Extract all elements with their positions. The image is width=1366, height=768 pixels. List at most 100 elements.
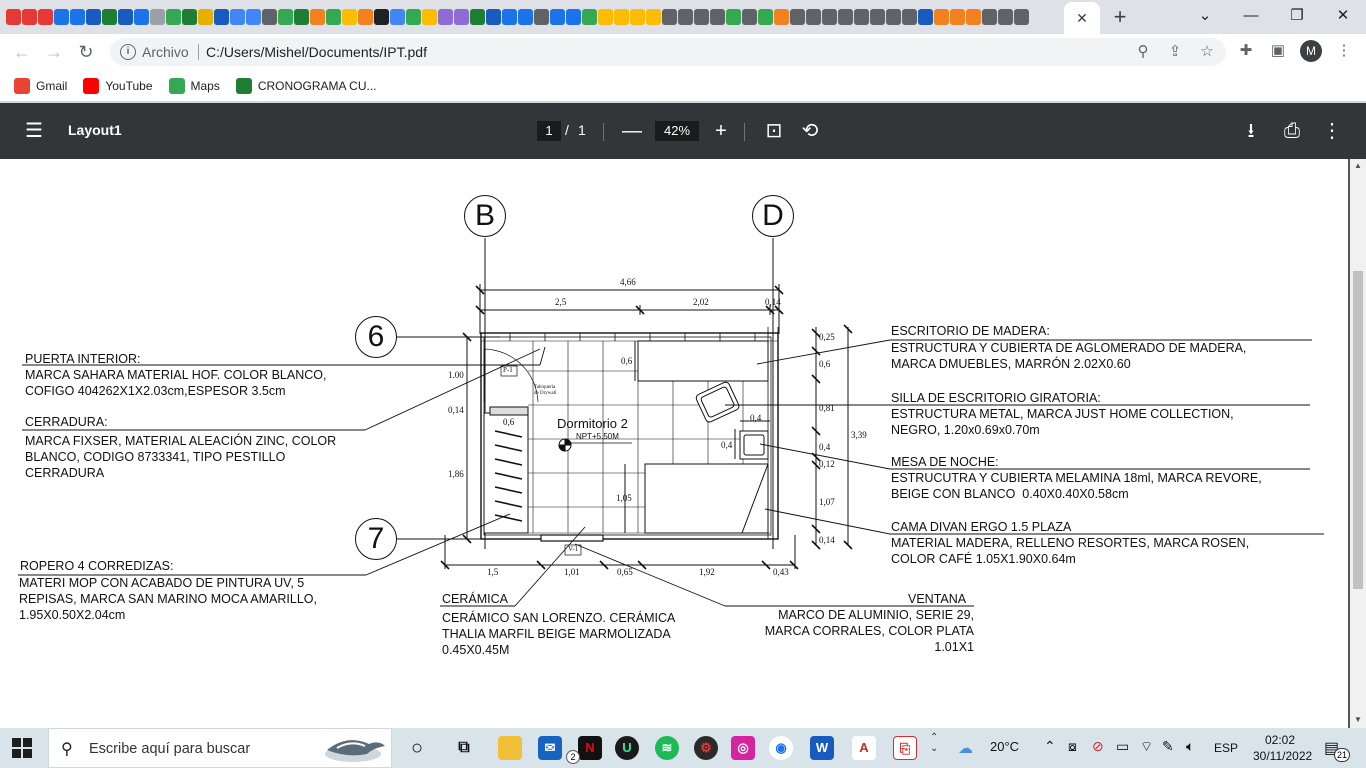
bookmark-gmail[interactable]: Gmail [14,77,67,94]
reload-button[interactable]: ↻ [74,40,98,64]
pinned-tab-favicon-icon[interactable] [326,9,341,25]
restore-button[interactable]: ❐ [1282,4,1312,28]
pinned-tab-favicon-icon[interactable] [550,9,565,25]
pinned-tab-favicon-icon[interactable] [278,9,293,25]
tray-antivirus-icon[interactable]: ⊘ [1092,738,1104,755]
tray-app-icon[interactable]: ⧇ [1068,738,1077,755]
scroll-thumb[interactable] [1353,271,1363,589]
address-url[interactable]: C:/Users/Mishel/Documents/IPT.pdf [206,44,427,60]
close-window-button[interactable]: ✕ [1328,4,1358,28]
pinned-tab-favicon-icon[interactable] [150,9,165,25]
task-view-icon[interactable]: ⧉ [452,736,476,760]
pinned-tab-favicon-icon[interactable] [566,9,581,25]
zoom-in-icon[interactable]: + [709,119,733,143]
hamburger-menu-icon[interactable]: ☰ [22,119,46,143]
pinned-tab-favicon-icon[interactable] [742,9,757,25]
pinned-tab-favicon-icon[interactable] [534,9,549,25]
windows-start-icon[interactable] [12,738,32,758]
info-icon[interactable]: i [120,44,136,60]
new-tab-button[interactable]: + [1108,4,1132,30]
clock-date[interactable]: 30/11/2022 [1253,749,1312,763]
pinned-tab-favicon-icon[interactable] [934,9,949,25]
pinned-tab-favicon-icon[interactable] [998,9,1013,25]
pinned-tab-favicon-icon[interactable] [854,9,869,25]
pinned-tab-favicon-icon[interactable] [502,9,517,25]
bookmark-star-icon[interactable]: ☆ [1198,43,1216,61]
app-u-icon[interactable]: U [615,736,639,760]
extensions-icon[interactable]: ✚ [1236,41,1256,61]
chrome-icon[interactable]: ◉ [769,736,793,760]
print-icon[interactable]: ⎙ [1280,119,1304,143]
pinned-tab-favicon-icon[interactable] [630,9,645,25]
fit-page-icon[interactable]: ⊡ [762,119,786,143]
pinned-tab-favicon-icon[interactable] [1014,9,1029,25]
app-red-icon[interactable]: ⚙ [694,736,718,760]
pinned-tab-favicon-icon[interactable] [374,9,389,25]
scroll-down-icon[interactable]: ▼ [1354,715,1362,724]
zoom-out-icon[interactable]: — [620,119,644,143]
bookmark-cronograma[interactable]: CRONOGRAMA CU... [235,77,377,94]
pinned-tab-favicon-icon[interactable] [982,9,997,25]
avatar[interactable]: M [1300,40,1322,62]
pinned-tab-favicon-icon[interactable] [390,9,405,25]
tray-overflow-icon[interactable]: ⌃ [1044,738,1056,755]
pinned-tab-favicon-icon[interactable] [38,9,53,25]
pinned-tab-favicon-icon[interactable] [614,9,629,25]
autocad-icon[interactable]: A [852,736,876,760]
close-tab-icon[interactable]: ✕ [1076,10,1088,27]
pinned-tab-favicon-icon[interactable] [902,9,917,25]
cortana-icon[interactable]: ○ [405,736,429,760]
pinned-tab-favicon-icon[interactable] [470,9,485,25]
minimize-button[interactable]: — [1236,4,1266,28]
pinned-tab-favicon-icon[interactable] [294,9,309,25]
pinned-tab-favicon-icon[interactable] [166,9,181,25]
pinned-tab-favicon-icon[interactable] [358,9,373,25]
pinned-tab-favicon-icon[interactable] [694,9,709,25]
netflix-icon[interactable]: N [578,736,602,760]
scroll-taskbar-icon[interactable]: ⌃ ⌄ [930,732,938,754]
bookmark-maps[interactable]: Maps [168,77,220,94]
address-bar[interactable]: i Archivo C:/Users/Mishel/Documents/IPT.… [110,38,1226,66]
file-explorer-icon[interactable] [498,736,522,760]
tab-search-icon[interactable]: ⌄ [1190,4,1220,28]
pinned-tab-favicon-icon[interactable] [406,9,421,25]
bookmark-youtube[interactable]: YouTube [83,77,153,94]
pinned-tab-favicon-icon[interactable] [438,9,453,25]
download-icon[interactable]: ⭳ [1239,119,1263,143]
pinned-tab-favicon-icon[interactable] [598,9,613,25]
pinned-tab-favicon-icon[interactable] [230,9,245,25]
wifi-icon[interactable]: ⌔ [1140,738,1153,756]
pdf-file-icon[interactable]: ⎘ [893,736,917,760]
mail-icon[interactable]: ✉ [538,736,562,760]
pinned-tab-favicon-icon[interactable] [118,9,133,25]
pinned-tab-favicon-icon[interactable] [182,9,197,25]
pinned-tab-favicon-icon[interactable] [966,9,981,25]
more-options-icon[interactable]: ⋮ [1320,119,1344,143]
pinned-tab-favicon-icon[interactable] [662,9,677,25]
pinned-tab-favicon-icon[interactable] [678,9,693,25]
pinned-tab-favicon-icon[interactable] [870,9,885,25]
pinned-tab-favicon-icon[interactable] [806,9,821,25]
spotify-icon[interactable]: ≋ [655,736,679,760]
battery-icon[interactable]: ▭ [1116,738,1129,755]
zoom-icon[interactable]: ⚲ [1134,43,1152,61]
weather-temp[interactable]: 20°C [990,739,1019,754]
pinned-tab-favicon-icon[interactable] [422,9,437,25]
pinned-tab-favicon-icon[interactable] [246,9,261,25]
pinned-tab-favicon-icon[interactable] [582,9,597,25]
pinned-tab-favicon-icon[interactable] [102,9,117,25]
side-panel-icon[interactable]: ▣ [1268,41,1288,61]
pinned-tab-favicon-icon[interactable] [134,9,149,25]
pinned-tab-favicon-icon[interactable] [950,9,965,25]
pinned-tab-favicon-icon[interactable] [22,9,37,25]
scroll-up-icon[interactable]: ▲ [1354,161,1362,170]
pinned-tab-favicon-icon[interactable] [918,9,933,25]
clock-time[interactable]: 02:02 [1265,733,1295,747]
pinned-tab-favicon-icon[interactable] [214,9,229,25]
instagram-icon[interactable]: ◎ [731,736,755,760]
pinned-tab-favicon-icon[interactable] [886,9,901,25]
forward-button[interactable]: → [42,40,66,64]
pinned-tab-favicon-icon[interactable] [454,9,469,25]
weather-cloud-icon[interactable]: ☁ [958,739,973,757]
pinned-tab-favicon-icon[interactable] [6,9,21,25]
